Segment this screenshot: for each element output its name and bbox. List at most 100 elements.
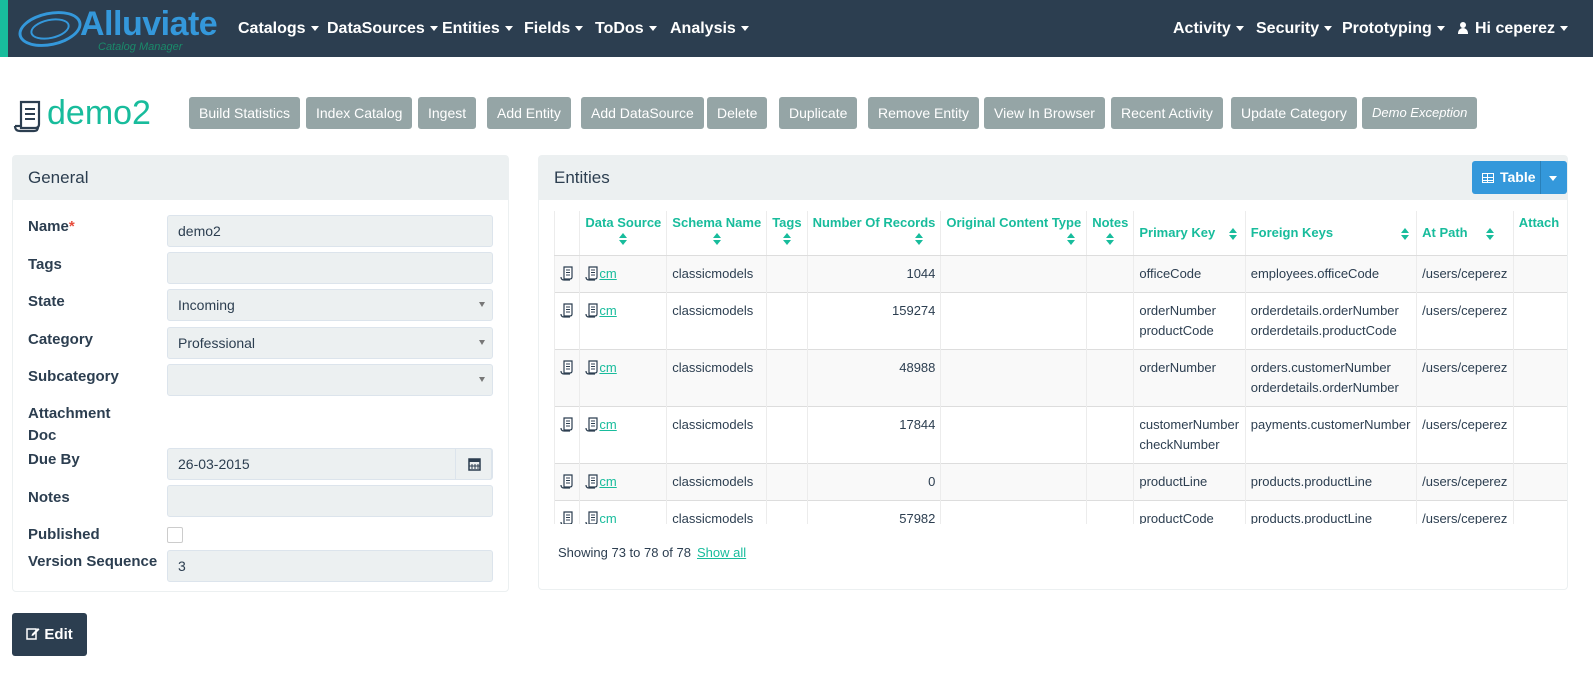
sort-icon <box>619 232 628 245</box>
table-row[interactable]: cm classicmodels 57982 productCode products.… <box>554 499 1567 525</box>
column-header-attach[interactable]: Attach <box>1512 211 1567 256</box>
recent-activity-button[interactable]: Recent Activity <box>1111 97 1223 129</box>
nav-label: Fields <box>524 20 571 37</box>
state-select[interactable]: Incoming <box>167 289 493 321</box>
tags-field[interactable] <box>167 252 493 284</box>
nav-fields[interactable]: Fields <box>524 0 584 57</box>
brand-subtitle: Catalog Manager <box>98 41 183 53</box>
duplicate-button[interactable]: Duplicate <box>779 97 858 129</box>
table-row[interactable]: cm classicmodels 17844 customerNumber checkN… <box>554 405 1567 463</box>
data-source-link[interactable]: cm <box>599 266 616 281</box>
column-header-at-path[interactable]: At Path <box>1416 211 1514 256</box>
column-header-foreign-keys[interactable]: Foreign Keys <box>1244 211 1417 256</box>
attach-cell <box>1512 348 1567 406</box>
entity-doc-icon[interactable] <box>560 302 574 318</box>
table-view-button[interactable]: Table <box>1472 161 1567 194</box>
caret-down-icon[interactable] <box>1549 176 1557 181</box>
nav-prototyping[interactable]: Prototyping <box>1342 0 1445 57</box>
nav-activity[interactable]: Activity <box>1173 0 1244 57</box>
calendar-button[interactable] <box>455 448 492 480</box>
table-row[interactable]: cm classicmodels 159274 orderNumber productC… <box>554 291 1567 349</box>
nav-catalogs[interactable]: Catalogs <box>238 0 319 57</box>
entities-panel-heading: Entities <box>539 156 1567 200</box>
demo-exception-button[interactable]: Demo Exception <box>1362 97 1478 129</box>
add-datasource-button[interactable]: Add DataSource <box>581 97 704 129</box>
show-all-link[interactable]: Show all <box>697 545 746 560</box>
row-icon-cell[interactable] <box>554 254 580 292</box>
datasource-doc-icon <box>585 302 599 318</box>
grid-icon <box>1482 173 1494 183</box>
nav-label: ToDos <box>595 20 644 37</box>
column-header-data-source[interactable]: Data Source <box>579 211 667 256</box>
entity-doc-icon[interactable] <box>560 265 574 281</box>
foreign-key-line: orderdetails.orderNumber <box>1250 379 1399 395</box>
table-view-label: Table <box>1482 161 1536 194</box>
row-icon-cell[interactable] <box>554 405 580 463</box>
caret-down-icon <box>740 26 749 32</box>
brand-logo[interactable]: Alluviate Catalog Manager <box>15 4 221 54</box>
published-checkbox[interactable] <box>167 527 183 543</box>
delete-button[interactable]: Delete <box>707 97 768 129</box>
due-by-field[interactable]: 26-03-2015 <box>167 448 493 480</box>
nav-security[interactable]: Security <box>1256 0 1333 57</box>
nav-analysis[interactable]: Analysis <box>670 0 749 57</box>
notes-field[interactable] <box>167 485 493 517</box>
row-icon-cell[interactable] <box>554 291 580 349</box>
column-header-number-of-records[interactable]: Number Of Records <box>806 211 941 256</box>
entity-doc-icon[interactable] <box>560 359 574 375</box>
table-header-row: Data Source Schema Name Tags Number Of R… <box>554 211 1567 256</box>
primary-key-line: officeCode <box>1139 265 1202 281</box>
subcategory-select[interactable] <box>167 364 493 396</box>
row-icon-cell[interactable] <box>554 348 580 406</box>
nav-datasources[interactable]: DataSources <box>327 0 438 57</box>
column-header-primary-key[interactable]: Primary Key <box>1133 211 1246 256</box>
column-header-schema-name[interactable]: Schema Name <box>666 211 767 256</box>
row-icon-cell[interactable] <box>554 462 580 500</box>
entity-doc-icon[interactable] <box>560 510 574 524</box>
data-source-link[interactable]: cm <box>599 360 616 375</box>
row-icon-cell[interactable] <box>554 499 580 524</box>
data-source-cell: cm <box>579 291 667 349</box>
view-in-browser-button[interactable]: View In Browser <box>984 97 1105 129</box>
nav-entities[interactable]: Entities <box>442 0 513 57</box>
column-label: Tags <box>772 215 802 230</box>
add-entity-button[interactable]: Add Entity <box>487 97 571 129</box>
data-source-link[interactable]: cm <box>599 511 616 525</box>
column-header-notes[interactable]: Notes <box>1086 211 1134 256</box>
table-row[interactable]: cm classicmodels 0 productLine products.prod… <box>554 462 1567 500</box>
foreign-keys-cell: orderdetails.orderNumber orderdetails.pro… <box>1244 291 1417 349</box>
data-source-link[interactable]: cm <box>599 474 616 489</box>
sort-icon <box>712 232 721 245</box>
required-mark: * <box>68 218 75 235</box>
foreign-key-line: products.productLine <box>1250 473 1373 489</box>
entities-heading-text: Entities <box>554 168 610 187</box>
update-category-button[interactable]: Update Category <box>1231 97 1357 129</box>
nav-todos[interactable]: ToDos <box>595 0 657 57</box>
name-field[interactable]: demo2 <box>167 215 493 247</box>
column-label: Schema Name <box>672 215 762 230</box>
edit-button[interactable]: Edit <box>12 613 87 656</box>
column-header-tags[interactable]: Tags <box>766 211 808 256</box>
nav-user-menu[interactable]: Hi ceperez <box>1457 0 1569 57</box>
entity-doc-icon[interactable] <box>560 416 574 432</box>
index-catalog-button[interactable]: Index Catalog <box>306 97 413 129</box>
ingest-button[interactable]: Ingest <box>418 97 477 129</box>
category-select[interactable]: Professional <box>167 327 493 359</box>
column-header-original-content-type[interactable]: Original Content Type <box>940 211 1087 256</box>
table-row[interactable]: cm classicmodels 48988 orderNumber orders.cu… <box>554 348 1567 406</box>
data-source-link[interactable]: cm <box>599 417 616 432</box>
remove-entity-button[interactable]: Remove Entity <box>868 97 980 129</box>
entities-panel: Entities Table Data Source Schema Name T… <box>538 155 1568 590</box>
caret-down-icon <box>1436 26 1445 32</box>
entities-table-wrapper[interactable]: Data Source Schema Name Tags Number Of R… <box>554 211 1567 524</box>
sort-icon <box>782 232 791 245</box>
entity-doc-icon[interactable] <box>560 473 574 489</box>
table-row[interactable]: cm classicmodels 1044 officeCode employees.o… <box>554 254 1567 292</box>
entities-table: Data Source Schema Name Tags Number Of R… <box>554 211 1567 524</box>
sort-icon <box>1106 232 1115 245</box>
pagination-text: Showing 73 to 78 of 78 <box>558 545 691 560</box>
build-statistics-button[interactable]: Build Statistics <box>189 97 301 129</box>
version-sequence-field[interactable]: 3 <box>167 550 493 582</box>
foreign-keys-cell: payments.customerNumber <box>1244 405 1417 463</box>
data-source-link[interactable]: cm <box>599 303 616 318</box>
